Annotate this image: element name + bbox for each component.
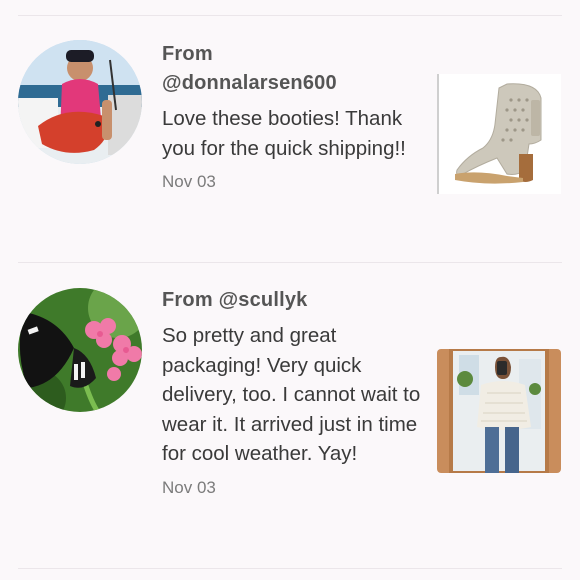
reviews-page: From @donnalarsen600 Love these booties!…: [0, 0, 580, 580]
product-thumbnail[interactable]: [437, 74, 561, 194]
review-body: Love these booties! Thank you for the qu…: [162, 107, 406, 160]
divider: [18, 262, 562, 263]
review-from: From @donnalarsen600: [162, 40, 424, 98]
sweater-mirror-selfie-photo: [437, 349, 561, 473]
review-text-block: From @scullyk So pretty and great packag…: [162, 286, 424, 499]
reviewer-username-link[interactable]: @scullyk: [219, 289, 308, 311]
reviewer-username-link[interactable]: @donnalarsen600: [162, 72, 337, 94]
from-prefix: From: [162, 289, 213, 311]
avatar-butterfly-photo: [18, 288, 142, 412]
booties-photo: [437, 74, 561, 194]
review-body: So pretty and great packaging! Very quic…: [162, 324, 421, 465]
reviewer-avatar[interactable]: [18, 288, 142, 412]
avatar-fisherman-photo: [18, 40, 142, 164]
from-prefix: From: [162, 43, 213, 65]
reviewer-avatar[interactable]: [18, 40, 142, 164]
divider: [18, 568, 562, 569]
review-from: From @scullyk: [162, 286, 424, 315]
divider: [18, 15, 562, 16]
review-date: Nov 03: [162, 172, 216, 191]
product-thumbnail[interactable]: [437, 349, 561, 473]
review-text-block: From @donnalarsen600 Love these booties!…: [162, 40, 424, 193]
review-date: Nov 03: [162, 477, 216, 497]
